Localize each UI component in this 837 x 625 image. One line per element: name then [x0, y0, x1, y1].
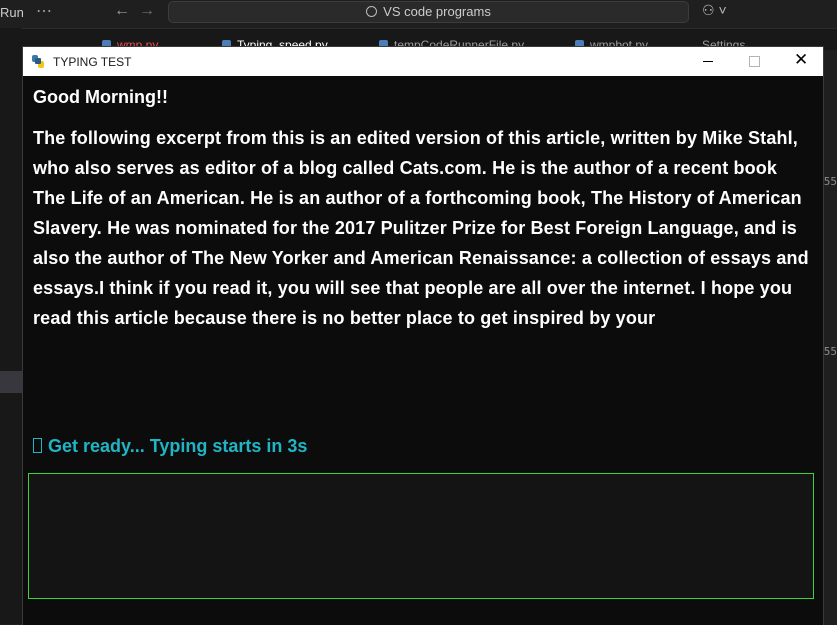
- run-menu[interactable]: Run: [0, 5, 24, 20]
- back-arrow-icon[interactable]: ←: [114, 2, 130, 20]
- editor-edge: 55 255: [817, 50, 837, 624]
- countdown-text: Get ready... Typing starts in 3s: [48, 436, 308, 456]
- passage-text: The following excerpt from this is an ed…: [33, 128, 809, 328]
- python-feather-icon: [32, 55, 44, 68]
- missing-glyph-icon: [33, 438, 42, 453]
- typing-input[interactable]: [28, 473, 814, 599]
- window-titlebar[interactable]: TYPING TEST ✕: [23, 47, 823, 76]
- greeting-label: Good Morning!!: [33, 87, 168, 107]
- gutter-number: 55: [823, 175, 837, 188]
- countdown-status: Get ready... Typing starts in 3s: [33, 436, 307, 457]
- command-center-search[interactable]: VS code programs: [168, 1, 689, 23]
- activity-bar: [0, 28, 22, 624]
- close-button[interactable]: ✕: [794, 50, 808, 70]
- search-label: VS code programs: [383, 4, 491, 19]
- search-icon: [366, 6, 378, 17]
- activity-highlight: [0, 371, 22, 393]
- forward-arrow-icon[interactable]: →: [139, 2, 155, 20]
- more-menu-icon[interactable]: ⋯: [36, 1, 53, 21]
- typing-test-window: TYPING TEST ✕ Good Morning!! The followi…: [22, 46, 824, 625]
- minimize-button[interactable]: [703, 61, 713, 62]
- window-title: TYPING TEST: [53, 55, 132, 69]
- vscode-titlebar: Run ⋯ ← → VS code programs ⚇ ˅: [0, 0, 837, 28]
- maximize-button[interactable]: [749, 56, 760, 67]
- copilot-icon[interactable]: ⚇ ˅: [702, 2, 727, 19]
